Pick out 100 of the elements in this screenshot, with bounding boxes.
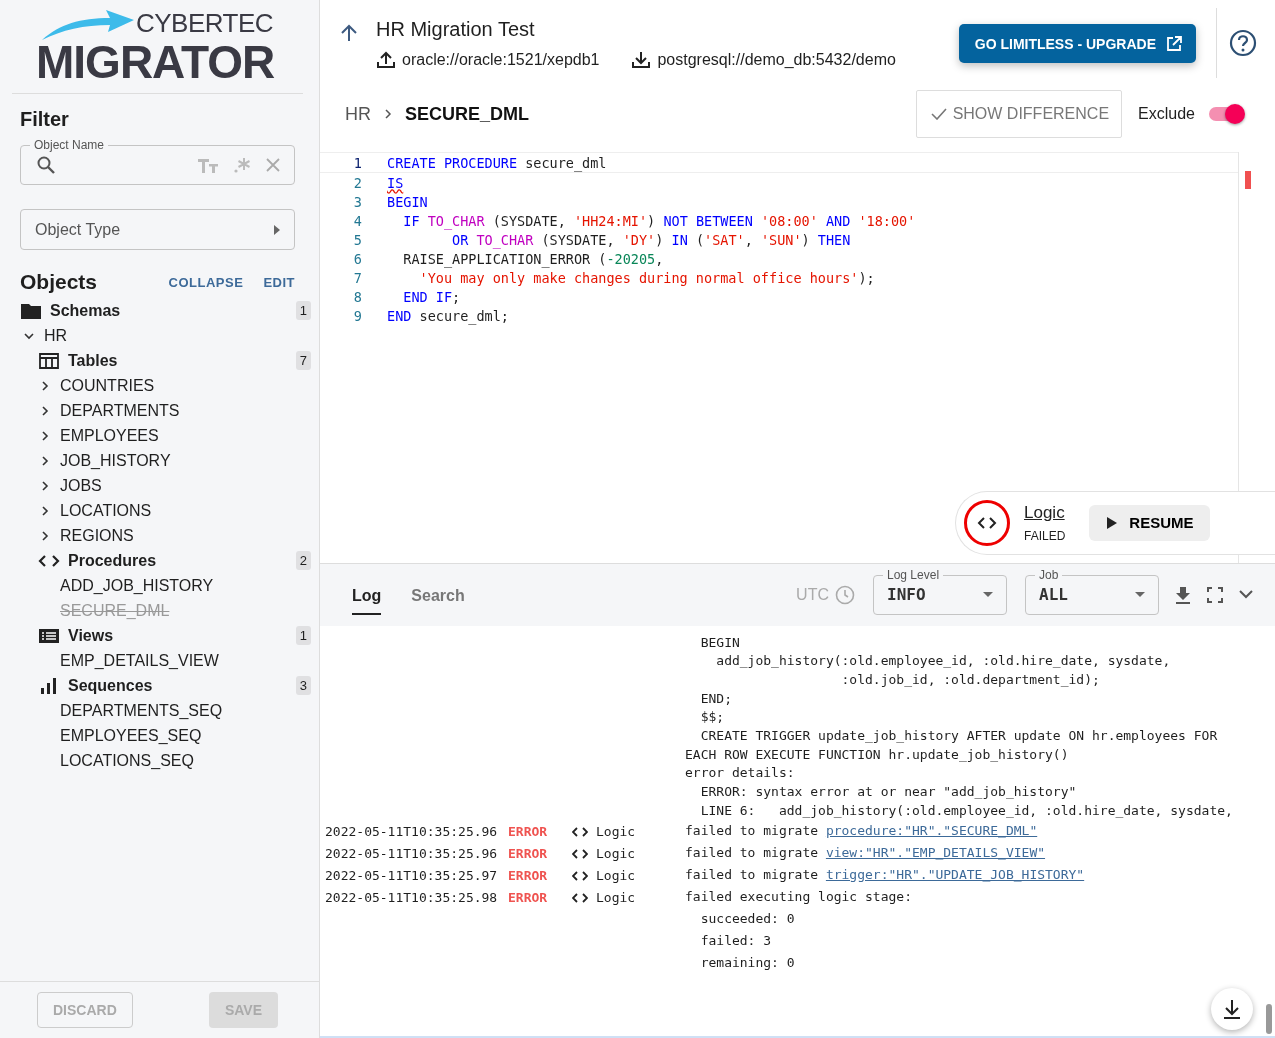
- exclude-label: Exclude: [1138, 105, 1195, 123]
- log-message: LINE 6: add_job_history(:old.employee_id, :old.hire_date, sysdate,: [699, 801, 1234, 820]
- log-level: ERROR: [508, 822, 549, 841]
- arrow-up-icon[interactable]: [340, 24, 358, 42]
- line-number: 1: [352, 154, 363, 171]
- code-line: END IF;: [402, 288, 461, 305]
- tree-item[interactable]: REGIONS: [60, 526, 134, 545]
- log-message: remaining: 0: [699, 954, 796, 973]
- logo-subtitle: CYBERTEC: [136, 8, 274, 38]
- download-icon[interactable]: [1175, 585, 1191, 604]
- exclude-toggle[interactable]: [1209, 107, 1243, 121]
- tree-item[interactable]: JOB_HISTORY: [60, 451, 171, 470]
- check-icon: [930, 108, 947, 120]
- log-message: failed to migrate: [685, 822, 819, 841]
- log-tab[interactable]: Search: [411, 574, 465, 615]
- tree-action-link[interactable]: COLLAPSE: [168, 274, 244, 290]
- line-number: 8: [352, 288, 363, 305]
- caret-icon: [274, 224, 280, 235]
- migration-title: HR Migration Test: [376, 18, 536, 41]
- chevron-right-icon[interactable]: [40, 530, 50, 541]
- scroll-down-button[interactable]: [1211, 988, 1253, 1030]
- tree-item[interactable]: Sequences: [68, 676, 153, 695]
- tree-action-link[interactable]: EDIT: [263, 274, 295, 290]
- logo-title: MIGRATOR: [36, 40, 275, 84]
- line-number: 6: [352, 250, 363, 267]
- play-icon: [1107, 516, 1118, 529]
- log-message: :old.job_id, :old.department_id);: [840, 670, 1101, 689]
- tree-item[interactable]: LOCATIONS: [60, 501, 152, 520]
- tree-item[interactable]: EMPLOYEES_SEQ: [60, 726, 202, 745]
- code-line: RAISE_APPLICATION_ERROR (-20205,: [402, 250, 664, 267]
- log-source: Logic: [596, 866, 636, 885]
- object-type-select[interactable]: Object Type: [20, 209, 295, 250]
- breadcrumb-item[interactable]: SECURE_DML: [405, 103, 529, 125]
- folder-icon: [20, 301, 42, 320]
- tree-item[interactable]: DEPARTMENTS_SEQ: [60, 701, 223, 720]
- log-message: BEGIN: [699, 633, 741, 652]
- log-time: 2022-05-11T10:35:25.96: [325, 844, 499, 863]
- upload-icon: [376, 51, 396, 69]
- tree-item[interactable]: DEPARTMENTS: [60, 401, 180, 420]
- code-icon: [572, 870, 588, 881]
- line-number: 7: [352, 269, 363, 286]
- log-tab[interactable]: Log: [352, 574, 382, 615]
- tree-item[interactable]: EMPLOYEES: [60, 426, 159, 445]
- tree-item[interactable]: Schemas: [50, 301, 121, 320]
- chevron-right-icon[interactable]: [40, 455, 50, 466]
- code-line: IS: [387, 174, 404, 191]
- log-source: Logic: [596, 844, 636, 863]
- stage-link[interactable]: Logic: [1024, 502, 1066, 523]
- stage-status: FAILED: [1024, 528, 1066, 543]
- object-link[interactable]: trigger:"HR"."UPDATE_JOB_HISTORY": [825, 866, 1085, 885]
- tree-item[interactable]: JOBS: [60, 476, 102, 495]
- caret-icon: [1135, 592, 1145, 597]
- log-source: Logic: [596, 822, 636, 841]
- log-time: 2022-05-11T10:35:25.97: [325, 866, 499, 885]
- caret-icon: [983, 592, 993, 597]
- tree-item[interactable]: LOCATIONS_SEQ: [60, 751, 194, 770]
- show-difference-button[interactable]: SHOW DIFFERENCE: [915, 90, 1123, 138]
- log-message: $$;: [699, 708, 726, 727]
- code-line: BEGIN: [387, 193, 428, 210]
- code-icon: [572, 892, 588, 903]
- tree-item[interactable]: Views: [68, 626, 114, 645]
- fullscreen-icon[interactable]: [1207, 586, 1223, 603]
- code-line: OR TO_CHAR (SYSDATE, 'DY') IN ('SAT', 'SUN') THEN: [451, 231, 851, 248]
- breadcrumb-item[interactable]: HR: [345, 103, 371, 125]
- line-number: 3: [352, 193, 363, 210]
- help-icon[interactable]: [1229, 29, 1257, 57]
- line-number: 4: [352, 212, 363, 229]
- list-icon: [38, 626, 60, 645]
- chevron-right-icon[interactable]: [40, 405, 50, 416]
- line-number: 2: [352, 174, 363, 191]
- chevron-right-icon: [383, 108, 393, 120]
- external-link-icon: [1166, 35, 1182, 52]
- chevron-right-icon[interactable]: [40, 430, 50, 441]
- log-time: 2022-05-11T10:35:25.96: [325, 822, 499, 841]
- tree-item[interactable]: Procedures: [68, 551, 157, 570]
- chevron-down-icon[interactable]: [24, 330, 34, 341]
- tree-item[interactable]: HR: [44, 326, 68, 345]
- code-icon: [572, 826, 588, 837]
- code-line: CREATE PROCEDURE secure_dml: [387, 154, 607, 171]
- chevron-down-icon[interactable]: [1239, 590, 1253, 599]
- object-link[interactable]: procedure:"HR"."SECURE_DML": [825, 822, 1038, 841]
- object-link[interactable]: view:"HR"."EMP_DETAILS_VIEW": [825, 844, 1046, 863]
- code-line: 'You may only make changes during normal office hours');: [418, 269, 875, 286]
- upgrade-button[interactable]: GO LIMITLESS - UPGRADE: [958, 24, 1196, 63]
- tree-item[interactable]: Tables: [68, 351, 118, 370]
- tree-item[interactable]: ADD_JOB_HISTORY: [60, 576, 214, 595]
- count-badge: 7: [295, 351, 311, 370]
- arrow-down-icon: [1222, 999, 1242, 1019]
- chevron-right-icon[interactable]: [40, 380, 50, 391]
- chevron-right-icon[interactable]: [40, 480, 50, 491]
- count-badge: 1: [295, 626, 311, 645]
- scrollbar-thumb[interactable]: [1266, 1004, 1272, 1034]
- tree-item[interactable]: EMP_DETAILS_VIEW: [60, 651, 219, 670]
- code-line: IF TO_CHAR (SYSDATE, 'HH24:MI') NOT BETWEEN '08:00' AND '18:00': [402, 212, 916, 229]
- log-level: ERROR: [508, 888, 549, 907]
- search-icon: [36, 155, 56, 175]
- chevron-right-icon[interactable]: [40, 505, 50, 516]
- tree-item[interactable]: COUNTRIES: [60, 376, 155, 395]
- log-message: succeeded: 0: [699, 910, 796, 929]
- resume-button[interactable]: RESUME: [1089, 504, 1210, 541]
